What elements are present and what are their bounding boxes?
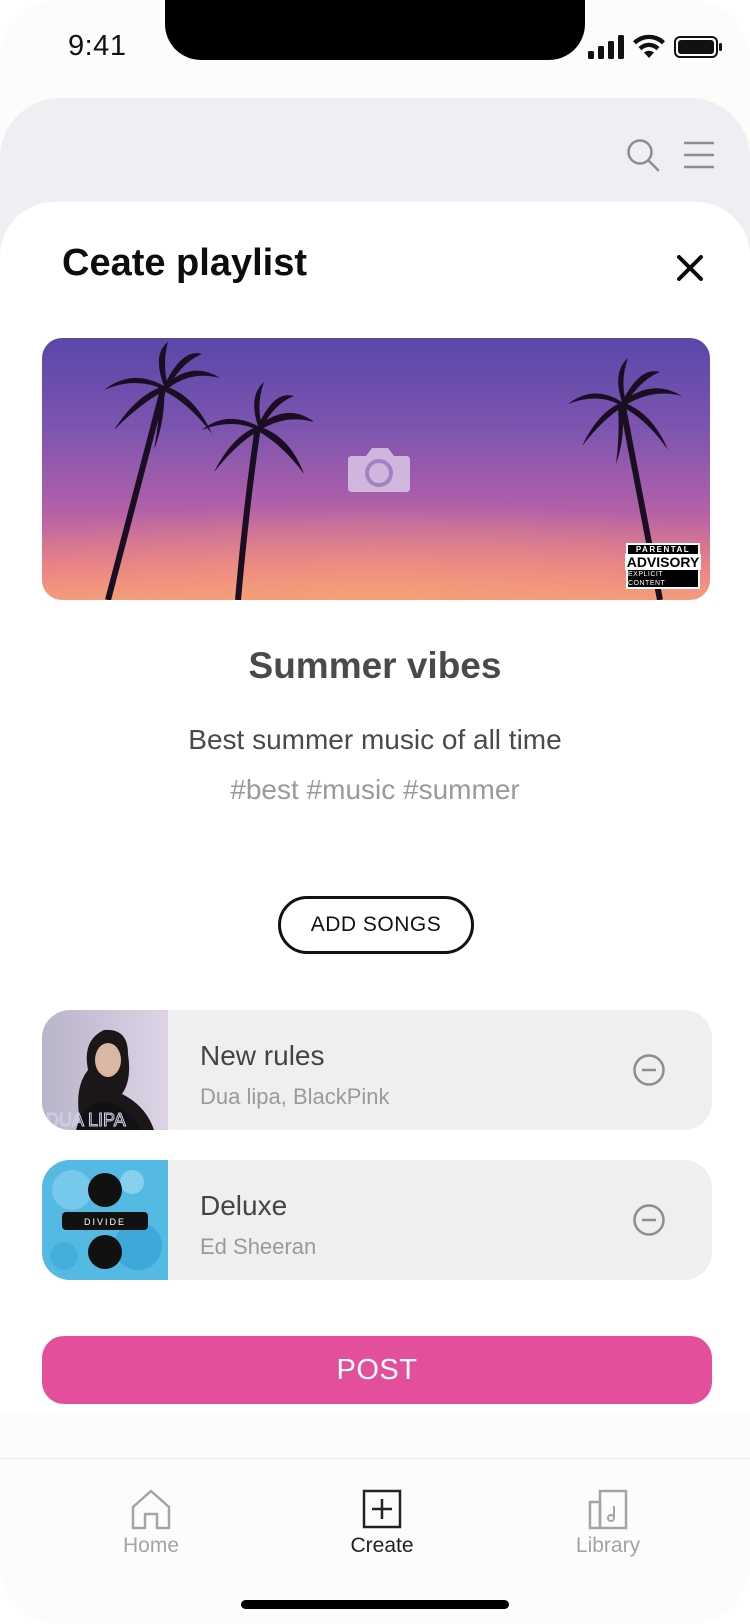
library-icon: [588, 1489, 628, 1530]
song-artist: Dua lipa, BlackPink: [200, 1084, 390, 1109]
tab-label: Create: [350, 1534, 414, 1557]
tab-library[interactable]: Library: [548, 1488, 668, 1558]
parental-advisory-label: PARENTAL ADVISORY EXPLICIT CONTENT: [624, 543, 702, 589]
plus-square-icon: [362, 1489, 402, 1529]
sheet-title: Ceate playlist: [62, 242, 307, 284]
status-time: 9:41: [68, 30, 127, 62]
playlist-description[interactable]: Best summer music of all time: [0, 724, 750, 756]
notch: [165, 0, 585, 60]
wifi-icon: [633, 34, 665, 58]
phone-screen: 9:41 Ceate playlist PARENTAL ADVISORY EX…: [0, 0, 750, 1624]
close-button[interactable]: [672, 250, 708, 286]
advisory-line-2: ADVISORY: [624, 553, 702, 570]
remove-song-icon[interactable]: [632, 1203, 666, 1237]
playlist-tags[interactable]: #best #music #summer: [0, 774, 750, 806]
advisory-line-1: PARENTAL: [635, 544, 691, 554]
playlist-name[interactable]: Summer vibes: [0, 645, 750, 687]
remove-song-icon[interactable]: [632, 1053, 666, 1087]
camera-icon[interactable]: [348, 444, 410, 492]
album-art-deluxe: DIVIDE: [42, 1160, 168, 1280]
album-art-new-rules: DUA LIPA: [42, 1010, 168, 1130]
song-artist: Ed Sheeran: [200, 1234, 317, 1259]
close-icon: [677, 255, 703, 281]
tab-home[interactable]: Home: [91, 1488, 211, 1558]
tab-label: Library: [575, 1534, 641, 1557]
song-title: Deluxe: [200, 1190, 288, 1221]
add-songs-button[interactable]: ADD SONGS: [278, 896, 474, 954]
album-art-text: DUA LIPA: [46, 1110, 126, 1130]
menu-icon[interactable]: [682, 140, 716, 170]
song-title: New rules: [200, 1040, 325, 1071]
search-icon[interactable]: [626, 138, 660, 172]
advisory-line-3: EXPLICIT CONTENT: [628, 570, 666, 587]
song-item[interactable]: DUA LIPA New rules Dua lipa, BlackPink: [42, 1010, 712, 1130]
song-item[interactable]: DIVIDE Deluxe Ed Sheeran: [42, 1160, 712, 1280]
home-indicator: [241, 1600, 509, 1609]
battery-icon: [674, 36, 722, 58]
post-button[interactable]: POST: [42, 1336, 712, 1404]
home-icon: [131, 1489, 171, 1530]
album-art-text: DIVIDE: [84, 1217, 126, 1227]
tab-create[interactable]: Create: [322, 1488, 442, 1558]
signal-icon: [588, 35, 624, 59]
tab-label: Home: [122, 1534, 180, 1557]
